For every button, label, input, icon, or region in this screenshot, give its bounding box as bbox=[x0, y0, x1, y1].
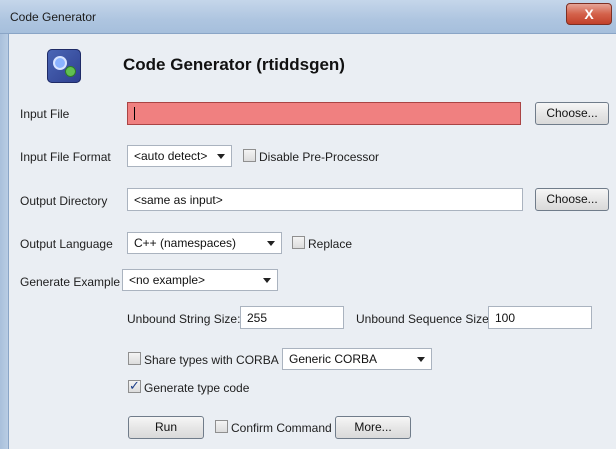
output-directory-choose-button[interactable]: Choose... bbox=[535, 188, 609, 211]
output-directory-field[interactable]: <same as input> bbox=[127, 188, 523, 211]
unbound-sequence-size-label: Unbound Sequence Size: bbox=[356, 312, 493, 326]
output-language-label: Output Language bbox=[20, 237, 113, 251]
chevron-down-icon bbox=[417, 357, 425, 362]
share-types-corba-checkbox[interactable] bbox=[128, 352, 141, 365]
code-generator-app-icon bbox=[47, 49, 81, 83]
close-icon: X bbox=[584, 6, 594, 22]
output-directory-label: Output Directory bbox=[20, 194, 108, 208]
chevron-down-icon bbox=[267, 241, 275, 246]
unbound-string-size-field[interactable]: 255 bbox=[240, 306, 344, 329]
replace-checkbox[interactable] bbox=[292, 236, 305, 249]
unbound-string-size-label: Unbound String Size: bbox=[127, 312, 241, 326]
chevron-down-icon bbox=[263, 278, 271, 283]
confirm-command-label: Confirm Command bbox=[231, 421, 332, 435]
disable-preprocessor-checkbox[interactable] bbox=[243, 149, 256, 162]
disable-preprocessor-label: Disable Pre-Processor bbox=[259, 150, 380, 164]
chevron-down-icon bbox=[217, 154, 225, 159]
generate-example-select[interactable]: <no example> bbox=[122, 269, 278, 291]
corba-vendor-select[interactable]: Generic CORBA bbox=[282, 348, 432, 370]
generate-example-label: Generate Example bbox=[20, 275, 121, 289]
confirm-command-checkbox[interactable] bbox=[215, 420, 228, 433]
input-file-format-label: Input File Format bbox=[20, 150, 111, 164]
unbound-sequence-size-field[interactable]: 100 bbox=[488, 306, 592, 329]
replace-label: Replace bbox=[308, 237, 353, 251]
text-caret bbox=[134, 107, 135, 120]
output-language-select[interactable]: C++ (namespaces) bbox=[127, 232, 282, 254]
input-file-choose-button[interactable]: Choose... bbox=[535, 102, 609, 125]
input-file-label: Input File bbox=[20, 107, 70, 121]
status-dot-icon bbox=[65, 66, 76, 77]
code-generator-window: Code Generator X Code Generator (rtiddsg… bbox=[0, 0, 616, 449]
page-title: Code Generator (rtiddsgen) bbox=[123, 55, 345, 74]
close-button[interactable]: X bbox=[566, 3, 612, 25]
share-types-corba-label: Share types with CORBA bbox=[144, 353, 279, 367]
more-button[interactable]: More... bbox=[335, 416, 411, 439]
run-button[interactable]: Run bbox=[128, 416, 204, 439]
generate-type-code-checkbox[interactable] bbox=[128, 378, 141, 394]
window-title: Code Generator bbox=[10, 10, 97, 24]
title-bar[interactable]: Code Generator X bbox=[0, 0, 616, 34]
window-left-border bbox=[0, 34, 9, 449]
input-file-format-select[interactable]: <auto detect> bbox=[127, 145, 232, 167]
input-file-field[interactable] bbox=[127, 102, 521, 125]
generate-type-code-label: Generate type code bbox=[144, 381, 250, 395]
